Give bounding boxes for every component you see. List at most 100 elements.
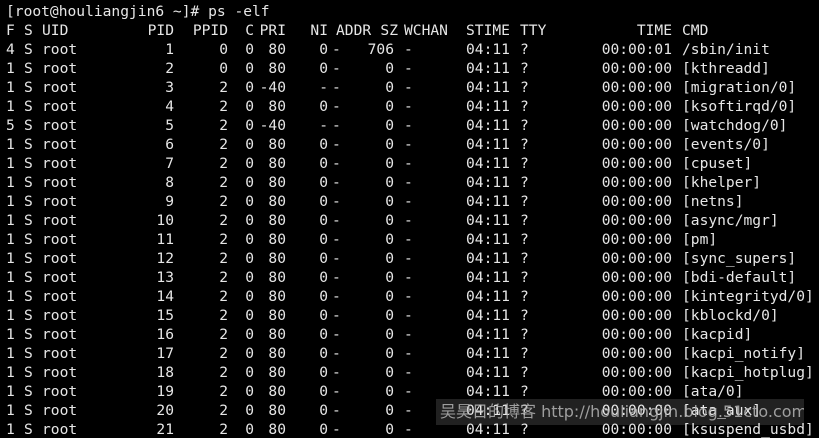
cell-wchan: - <box>404 117 413 134</box>
cell-wchan: - <box>404 174 413 191</box>
cell-pri: -40 <box>259 79 286 96</box>
cell-ppid: 2 <box>219 250 228 267</box>
table-row: 1 Sroot 16 2 0 80 0-0-04:11? 00:00:00 [kacpid] <box>6 325 819 344</box>
cell-ni: 0 <box>319 193 328 210</box>
cell-s: S <box>24 41 33 58</box>
cell-ppid: 2 <box>219 326 228 343</box>
cell-uid: root <box>42 307 78 324</box>
cell-stime: 04:11 <box>466 345 510 362</box>
cell-c: 0 <box>245 117 254 134</box>
cell-c: 0 <box>245 79 254 96</box>
cell-sz: 0 <box>385 60 394 77</box>
table-row: 1 Sroot 12 2 0 80 0-0-04:11? 00:00:00 [sync_supe… <box>6 249 819 268</box>
cell-ni: 0 <box>319 402 328 419</box>
cell-ppid: 2 <box>219 231 228 248</box>
cell-ppid: 2 <box>219 288 228 305</box>
cell-pri: 80 <box>268 136 286 153</box>
cell-pri: 80 <box>268 231 286 248</box>
cell-ni: 0 <box>319 60 328 77</box>
header-ppid: PPID <box>192 22 228 39</box>
cell-ppid: 2 <box>219 402 228 419</box>
cell-tty: ? <box>520 345 529 362</box>
cell-stime: 04:11 <box>466 364 510 381</box>
cell-pri: 80 <box>268 212 286 229</box>
cell-pid: 11 <box>156 231 174 248</box>
cell-time: 00:00:00 <box>601 60 672 77</box>
cell-ppid: 2 <box>219 421 228 438</box>
cell-c: 0 <box>245 41 254 58</box>
cell-stime: 04:11 <box>466 250 510 267</box>
cell-c: 0 <box>245 307 254 324</box>
cell-ppid: 2 <box>219 364 228 381</box>
cell-pid: 9 <box>165 193 174 210</box>
cell-f: 1 <box>6 345 15 362</box>
cell-ppid: 2 <box>219 98 228 115</box>
table-row: 1 Sroot 14 2 0 80 0-0-04:11? 00:00:00 [kintegrit… <box>6 287 819 306</box>
cell-cmd: [kintegrityd/0] <box>682 288 814 305</box>
header-sz: SZ <box>380 22 398 39</box>
cell-ni: 0 <box>319 364 328 381</box>
cell-time: 00:00:00 <box>601 174 672 191</box>
cell-pid: 19 <box>156 383 174 400</box>
cell-time: 00:00:00 <box>601 326 672 343</box>
cell-f: 4 <box>6 41 15 58</box>
cell-time: 00:00:00 <box>601 345 672 362</box>
table-row: 1 Sroot 13 2 0 80 0-0-04:11? 00:00:00 [bdi-defau… <box>6 268 819 287</box>
cell-ni: 0 <box>319 345 328 362</box>
cell-c: 0 <box>245 345 254 362</box>
cell-c: 0 <box>245 212 254 229</box>
cell-ni: - <box>319 79 328 96</box>
cell-ni: 0 <box>319 174 328 191</box>
cell-tty: ? <box>520 269 529 286</box>
cell-pri: 80 <box>268 250 286 267</box>
terminal-window[interactable]: [root@houliangjin6 ~]# ps -elf F S UID P… <box>0 0 819 438</box>
cell-f: 1 <box>6 250 15 267</box>
cell-tty: ? <box>520 193 529 210</box>
cell-uid: root <box>42 402 78 419</box>
cell-f: 1 <box>6 60 15 77</box>
cell-f: 1 <box>6 155 15 172</box>
cell-s: S <box>24 345 33 362</box>
cell-ppid: 2 <box>219 155 228 172</box>
cell-time: 00:00:00 <box>601 231 672 248</box>
cell-wchan: - <box>404 288 413 305</box>
cell-tty: ? <box>520 136 529 153</box>
cell-time: 00:00:00 <box>601 212 672 229</box>
cell-tty: ? <box>520 60 529 77</box>
cell-stime: 04:11 <box>466 136 510 153</box>
cell-f: 1 <box>6 307 15 324</box>
cell-stime: 04:11 <box>466 269 510 286</box>
header-cmd: CMD <box>682 22 709 39</box>
cell-uid: root <box>42 79 78 96</box>
header-pid: PID <box>147 22 174 39</box>
cell-f: 5 <box>6 117 15 134</box>
cell-pid: 1 <box>165 41 174 58</box>
cell-cmd: [async/mgr] <box>682 212 779 229</box>
table-row: 1 Sroot 2 0 0 80 0-0-04:11? 00:00:00 [kthreadd] <box>6 59 819 78</box>
cell-uid: root <box>42 250 78 267</box>
cell-time: 00:00:00 <box>601 364 672 381</box>
cell-c: 0 <box>245 288 254 305</box>
header-tty: TTY <box>520 22 547 39</box>
cell-sz: 0 <box>385 250 394 267</box>
cell-cmd: [cpuset] <box>682 155 753 172</box>
cell-c: 0 <box>245 98 254 115</box>
cell-time: 00:00:00 <box>601 250 672 267</box>
cell-wchan: - <box>404 269 413 286</box>
cell-cmd: [khelper] <box>682 174 762 191</box>
cell-pid: 16 <box>156 326 174 343</box>
cell-cmd: /sbin/init <box>682 41 770 58</box>
cell-cmd: [migration/0] <box>682 79 797 96</box>
cell-f: 1 <box>6 421 15 438</box>
cell-tty: ? <box>520 326 529 343</box>
cell-stime: 04:11 <box>466 155 510 172</box>
cell-s: S <box>24 269 33 286</box>
cell-sz: 0 <box>385 326 394 343</box>
cell-pid: 2 <box>165 60 174 77</box>
cell-stime: 04:11 <box>466 212 510 229</box>
cell-sz: 0 <box>385 307 394 324</box>
cell-sz: 0 <box>385 117 394 134</box>
table-header: F S UID PID PPID C PRI NI ADDR SZ WCHAN … <box>6 21 819 40</box>
table-row: 1 Sroot 17 2 0 80 0-0-04:11? 00:00:00 [kacpi_not… <box>6 344 819 363</box>
table-row: 1 Sroot 9 2 0 80 0-0-04:11? 00:00:00 [netns] <box>6 192 819 211</box>
